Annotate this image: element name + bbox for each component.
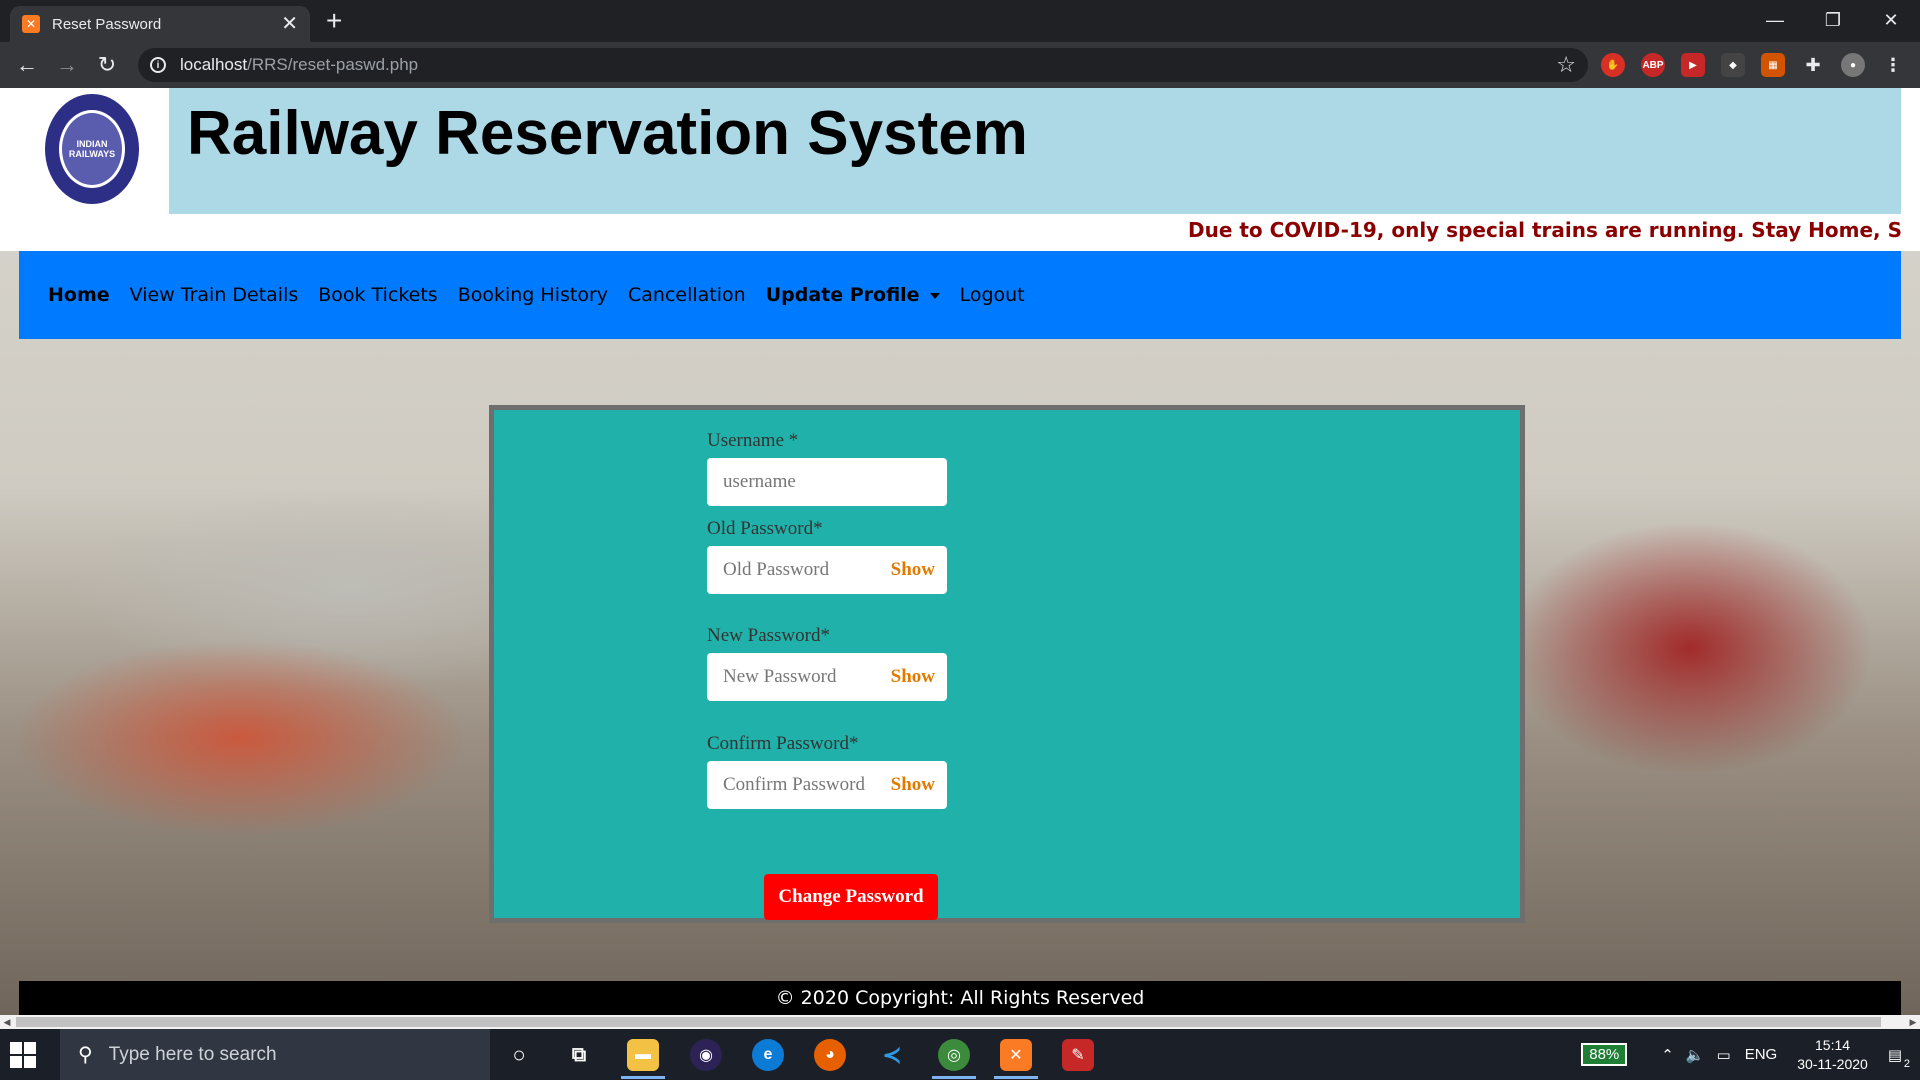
chrome-active-indicator <box>932 1076 976 1079</box>
edge-icon[interactable]: e <box>752 1039 784 1071</box>
reload-icon[interactable]: ↻ <box>92 50 122 80</box>
clock-date: 30-11-2020 <box>1797 1055 1868 1072</box>
nav-home[interactable]: Home <box>48 284 110 306</box>
indian-railways-logo: INDIAN RAILWAYS <box>45 94 139 204</box>
news-marquee: Due to COVID-19, only special trains are… <box>0 218 1902 248</box>
nav-view-train-details[interactable]: View Train Details <box>130 284 299 306</box>
header: INDIAN RAILWAYS Railway Reservation Syst… <box>0 88 1920 251</box>
confirm-password-show-toggle[interactable]: Show <box>891 774 935 796</box>
extension-hand-icon[interactable]: ✋ <box>1601 53 1625 77</box>
old-password-input[interactable] <box>723 559 891 581</box>
old-password-label: Old Password* <box>707 518 823 539</box>
bookmark-star-icon[interactable]: ☆ <box>1556 52 1576 78</box>
file-explorer-icon[interactable]: ▬ <box>627 1039 659 1071</box>
scroll-right-icon[interactable]: ▶ <box>1906 1015 1920 1029</box>
old-password-field-box: Show <box>707 546 947 594</box>
firefox-icon[interactable]: ◕ <box>814 1039 846 1071</box>
url-path: /RRS/reset-paswd.php <box>247 55 419 74</box>
profile-avatar[interactable]: ● <box>1841 53 1865 77</box>
caret-down-icon <box>929 292 940 299</box>
change-password-button[interactable]: Change Password <box>764 874 938 920</box>
eclipse-icon[interactable]: ◉ <box>690 1039 722 1071</box>
site-title: Railway Reservation System <box>187 99 1028 168</box>
logo-emblem: INDIAN RAILWAYS <box>59 110 125 188</box>
system-clock[interactable]: 15:14 30-11-2020 <box>1797 1036 1868 1074</box>
adblock-plus-icon[interactable]: ABP <box>1641 53 1665 77</box>
window-controls: — ❐ ✕ <box>1746 0 1920 40</box>
scrollbar-thumb[interactable] <box>16 1017 1881 1027</box>
back-icon[interactable]: ← <box>12 50 42 80</box>
old-password-show-toggle[interactable]: Show <box>891 559 935 581</box>
username-input[interactable] <box>723 471 935 493</box>
file-explorer-active-indicator <box>621 1076 665 1079</box>
marquee-text: Due to COVID-19, only special trains are… <box>1187 218 1902 242</box>
xampp-icon[interactable]: ✕ <box>1000 1039 1032 1071</box>
new-password-show-toggle[interactable]: Show <box>891 666 935 688</box>
extensions-puzzle-icon[interactable]: ✚ <box>1801 53 1825 77</box>
close-window-icon[interactable]: ✕ <box>1862 0 1920 40</box>
reset-password-card: Username * Old Password* Show New Passwo… <box>489 405 1525 923</box>
clock-time: 15:14 <box>1815 1036 1851 1053</box>
tab-close-icon[interactable]: ✕ <box>281 14 298 34</box>
cortana-icon[interactable]: ○ <box>503 1039 535 1071</box>
task-view-icon[interactable]: ⧉ <box>563 1039 595 1071</box>
confirm-password-input[interactable] <box>723 774 891 796</box>
page-viewport: INDIAN RAILWAYS Railway Reservation Syst… <box>0 88 1920 1029</box>
paint-app-icon[interactable]: ✎ <box>1062 1039 1094 1071</box>
search-icon: ⚲ <box>78 1044 93 1066</box>
notification-count: 2 <box>1901 1057 1912 1070</box>
new-password-input[interactable] <box>723 666 891 688</box>
username-label: Username * <box>707 430 799 451</box>
new-tab-button[interactable]: + <box>326 6 342 36</box>
restore-icon[interactable]: ❐ <box>1804 0 1862 40</box>
browser-tab[interactable]: ✕ Reset Password ✕ <box>10 6 310 42</box>
volume-icon[interactable]: 🔈 <box>1686 1046 1705 1064</box>
new-password-field-box: Show <box>707 653 947 701</box>
forward-icon[interactable]: → <box>52 50 82 80</box>
confirm-password-field-box: Show <box>707 761 947 809</box>
horizontal-scrollbar[interactable]: ◀ ▶ <box>0 1015 1920 1029</box>
language-indicator[interactable]: ENG <box>1745 1046 1778 1063</box>
address-bar-row: ← → ↻ i localhost/RRS/reset-paswd.php ☆ … <box>0 42 1920 88</box>
battery-indicator[interactable]: 88% <box>1581 1043 1628 1066</box>
url-host: localhost <box>180 55 248 74</box>
power-plug-icon[interactable]: ▭ <box>1717 1046 1731 1064</box>
vscode-icon[interactable]: ≺ <box>876 1039 908 1071</box>
nav-update-profile-label: Update Profile <box>765 284 920 306</box>
nav-logout[interactable]: Logout <box>960 284 1025 306</box>
browser-tab-strip: ✕ Reset Password ✕ + — ❐ ✕ <box>0 0 1920 42</box>
taskbar-search-placeholder: Type here to search <box>108 1043 277 1065</box>
chrome-icon[interactable]: ◎ <box>938 1039 970 1071</box>
tab-title: Reset Password <box>52 15 162 33</box>
nav-cancellation[interactable]: Cancellation <box>628 284 746 306</box>
title-banner: Railway Reservation System <box>169 88 1901 214</box>
username-field-box <box>707 458 947 506</box>
browser-menu-icon[interactable]: ⋮ <box>1881 53 1905 77</box>
site-info-icon[interactable]: i <box>150 57 166 73</box>
footer-copyright: © 2020 Copyright: All Rights Reserved <box>19 981 1901 1015</box>
nav-book-tickets[interactable]: Book Tickets <box>318 284 437 306</box>
taskbar-search-box[interactable]: ⚲ Type here to search <box>60 1029 490 1080</box>
tray-chevron-up-icon[interactable]: ⌃ <box>1661 1046 1674 1064</box>
scroll-left-icon[interactable]: ◀ <box>0 1015 14 1029</box>
url-field[interactable]: i localhost/RRS/reset-paswd.php ☆ <box>138 48 1588 82</box>
system-tray: 88% ⌃ 🔈 ▭ ENG 15:14 30-11-2020 ▤ 2 <box>1581 1029 1920 1080</box>
windows-taskbar: ⚲ Type here to search ○ ⧉ ▬ ◉ e ◕ ≺ ◎ ✕ … <box>0 1029 1920 1080</box>
main-navbar: Home View Train Details Book Tickets Boo… <box>19 251 1901 339</box>
new-password-label: New Password* <box>707 625 830 646</box>
extension-grey-icon[interactable]: ◆ <box>1721 53 1745 77</box>
minimize-icon[interactable]: — <box>1746 0 1804 40</box>
nav-booking-history[interactable]: Booking History <box>458 284 608 306</box>
extension-video-icon[interactable]: ▶ <box>1681 53 1705 77</box>
windows-start-icon[interactable] <box>10 1042 36 1068</box>
xampp-active-indicator <box>994 1076 1038 1079</box>
confirm-password-label: Confirm Password* <box>707 733 859 754</box>
extension-grid-icon[interactable]: ▦ <box>1761 53 1785 77</box>
nav-update-profile-dropdown[interactable]: Update Profile <box>766 284 940 306</box>
notification-center-icon[interactable]: ▤ 2 <box>1888 1046 1912 1070</box>
xampp-favicon-icon: ✕ <box>22 15 40 33</box>
